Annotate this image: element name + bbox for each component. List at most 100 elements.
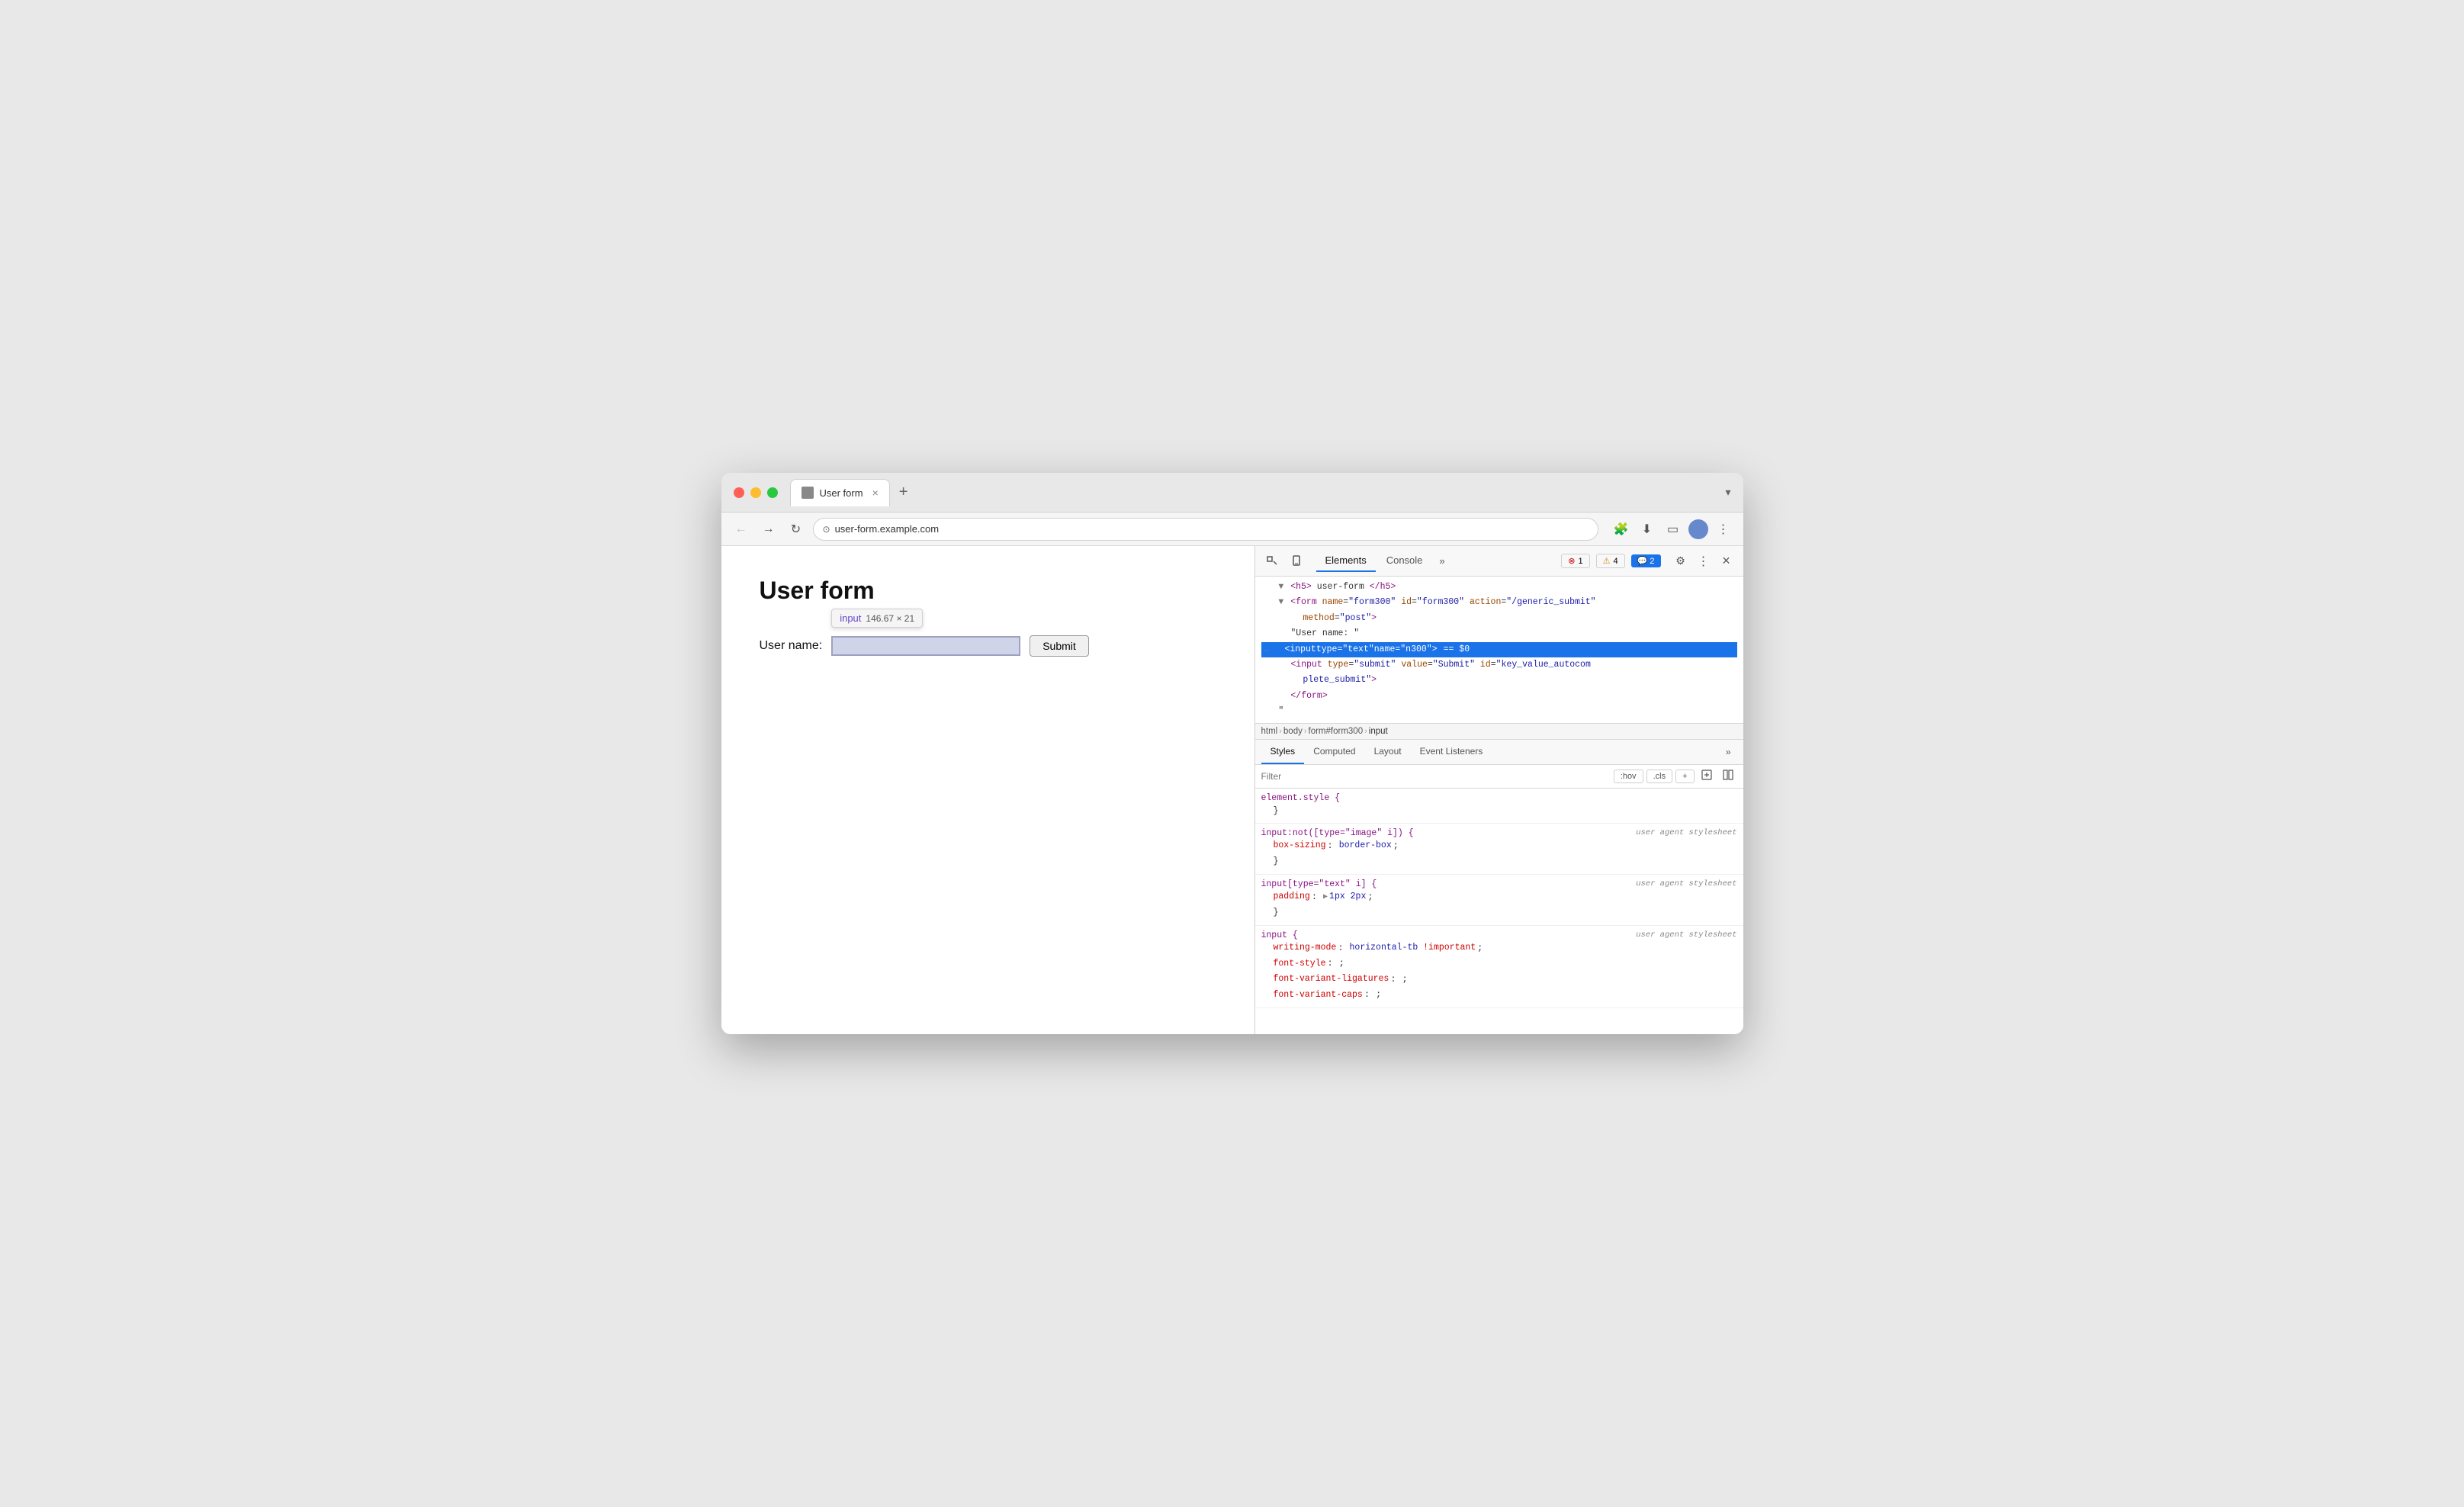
nav-right-icons: 🧩 ⬇ ▭ ⋮ <box>1611 519 1734 540</box>
download-button[interactable]: ⬇ <box>1637 519 1658 540</box>
css-source-4: user agent stylesheet <box>1636 930 1736 940</box>
breadcrumb-form[interactable]: form#form300 <box>1309 727 1364 736</box>
collapse-icon[interactable]: ▼ <box>1278 597 1283 607</box>
collapse-icon[interactable]: ▼ <box>1278 582 1283 592</box>
breadcrumb-body[interactable]: body <box>1283 727 1303 736</box>
active-tab[interactable]: User form × <box>790 479 890 506</box>
device-toggle-button[interactable] <box>1286 551 1307 572</box>
window-dropdown-icon[interactable]: ▾ <box>1725 486 1730 499</box>
dom-line-method: method="post"> <box>1261 611 1737 626</box>
expand-padding-icon[interactable]: ▶ <box>1323 891 1328 904</box>
dom-line-input-selected[interactable]: … <input type="text" name="n300" > == $0 <box>1261 642 1737 657</box>
browser-window: User form × + ▾ ← → ↻ ⊙ user-form.exampl… <box>721 473 1743 1034</box>
dom-line-text: "User name: " <box>1261 626 1737 641</box>
back-button[interactable]: ← <box>731 519 752 540</box>
css-selector[interactable]: element.style { <box>1261 793 1341 803</box>
breadcrumb-input[interactable]: input <box>1369 727 1388 736</box>
tab-title: User form <box>820 487 863 499</box>
computed-tab[interactable]: Computed <box>1304 740 1364 764</box>
css-source-2: user agent stylesheet <box>1636 828 1736 837</box>
hov-filter-button[interactable]: :hov <box>1614 770 1643 783</box>
input-text-rule: input[type="text" i] { user agent styles… <box>1255 875 1743 926</box>
styles-panel: element.style { } input:not([type="image… <box>1255 789 1743 1034</box>
split-screen-button[interactable]: ▭ <box>1662 519 1684 540</box>
nav-bar: ← → ↻ ⊙ user-form.example.com 🧩 ⬇ ▭ ⋮ <box>721 513 1743 546</box>
web-page: User form User name: input 146.67 × 21 S… <box>721 546 1255 1034</box>
dom-tree: ▼ <h5> user-form </h5> ▼ <form name="for… <box>1255 577 1743 724</box>
extensions-button[interactable]: 🧩 <box>1611 519 1632 540</box>
styles-tab-bar: Styles Computed Layout Event Listeners » <box>1255 740 1743 765</box>
cls-filter-button[interactable]: .cls <box>1646 770 1673 783</box>
security-icon: ⊙ <box>823 524 830 535</box>
event-listeners-tab[interactable]: Event Listeners <box>1411 740 1492 764</box>
warning-icon: ⚠ <box>1603 556 1611 566</box>
warning-count: 4 <box>1613 557 1618 566</box>
message-badge: 💬 2 <box>1631 554 1661 567</box>
element-style-rule: element.style { } <box>1255 789 1743 824</box>
new-tab-button[interactable]: + <box>893 480 914 504</box>
tooltip-tag: input <box>840 612 861 624</box>
dom-line-quote: " <box>1261 704 1737 719</box>
breadcrumb-bar: html › body › form#form300 › input <box>1255 724 1743 740</box>
css-selector-3[interactable]: input[type="text" i] { <box>1261 879 1377 889</box>
form-row: User name: input 146.67 × 21 Submit <box>760 635 1216 657</box>
profile-avatar[interactable] <box>1688 519 1708 539</box>
devtools-tabs: Elements Console » <box>1310 550 1559 572</box>
username-input[interactable] <box>831 636 1020 656</box>
title-bar: User form × + ▾ <box>721 473 1743 513</box>
input-not-rule: input:not([type="image" i]) { user agent… <box>1255 824 1743 875</box>
css-source-3: user agent stylesheet <box>1636 879 1736 888</box>
css-selector-2[interactable]: input:not([type="image" i]) { <box>1261 828 1414 838</box>
tab-close-button[interactable]: × <box>872 487 879 499</box>
add-style-button[interactable]: + <box>1675 770 1694 783</box>
more-options-button[interactable]: ⋮ <box>1695 551 1713 572</box>
more-styles-tabs-button[interactable]: » <box>1720 744 1737 760</box>
dom-line-form: ▼ <form name="form300" id="form300" acti… <box>1261 595 1737 610</box>
styles-tab[interactable]: Styles <box>1261 740 1305 764</box>
close-window-button[interactable] <box>734 487 744 498</box>
tooltip-size: 146.67 × 21 <box>866 613 914 624</box>
username-label: User name: <box>760 639 823 653</box>
main-content: User form User name: input 146.67 × 21 S… <box>721 546 1743 1034</box>
dom-line-submit2: plete_submit"> <box>1261 673 1737 688</box>
error-count: 1 <box>1578 557 1582 566</box>
minimize-window-button[interactable] <box>750 487 761 498</box>
warning-badge: ⚠ 4 <box>1596 554 1625 568</box>
page-title: User form <box>760 577 1216 605</box>
css-selector-4[interactable]: input { <box>1261 930 1298 940</box>
dom-line-formclose: </form> <box>1261 689 1737 704</box>
close-devtools-button[interactable]: × <box>1716 551 1737 572</box>
new-style-rule-button[interactable] <box>1698 768 1716 785</box>
inspect-element-button[interactable] <box>1261 551 1283 572</box>
dom-line-h5: ▼ <h5> user-form </h5> <box>1261 580 1737 595</box>
console-tab[interactable]: Console <box>1377 550 1432 572</box>
error-icon: ⊗ <box>1568 556 1575 566</box>
menu-button[interactable]: ⋮ <box>1713 519 1734 540</box>
forward-button[interactable]: → <box>758 519 779 540</box>
input-tooltip: input 146.67 × 21 <box>831 609 923 628</box>
tab-favicon <box>802 487 814 499</box>
title-bar-right: ▾ <box>1725 486 1730 499</box>
filter-bar: :hov .cls + <box>1255 765 1743 789</box>
elements-tab[interactable]: Elements <box>1316 550 1376 572</box>
error-badge: ⊗ 1 <box>1561 554 1589 568</box>
input-wrapper: input 146.67 × 21 <box>831 636 1020 656</box>
styles-filter-input[interactable] <box>1261 771 1611 782</box>
settings-button[interactable]: ⚙ <box>1670 551 1691 572</box>
input-rule: input { user agent stylesheet writing-mo… <box>1255 926 1743 1008</box>
filter-right-buttons: :hov .cls + <box>1614 768 1737 785</box>
dom-line-submit: <input type="submit" value="Submit" id="… <box>1261 657 1737 673</box>
tab-bar: User form × + <box>790 479 1717 506</box>
submit-button[interactable]: Submit <box>1030 635 1089 657</box>
layout-tab[interactable]: Layout <box>1365 740 1411 764</box>
more-tabs-button[interactable]: » <box>1433 552 1450 570</box>
refresh-button[interactable]: ↻ <box>785 519 807 540</box>
devtools-toolbar: Elements Console » ⊗ 1 ⚠ 4 � <box>1255 546 1743 577</box>
address-text: user-form.example.com <box>835 523 940 535</box>
traffic-lights <box>734 487 778 498</box>
address-bar[interactable]: ⊙ user-form.example.com <box>813 518 1598 541</box>
toggle-styles-button[interactable] <box>1719 768 1737 785</box>
breadcrumb-html[interactable]: html <box>1261 727 1278 736</box>
devtools-panel: Elements Console » ⊗ 1 ⚠ 4 � <box>1255 546 1743 1034</box>
maximize-window-button[interactable] <box>767 487 778 498</box>
